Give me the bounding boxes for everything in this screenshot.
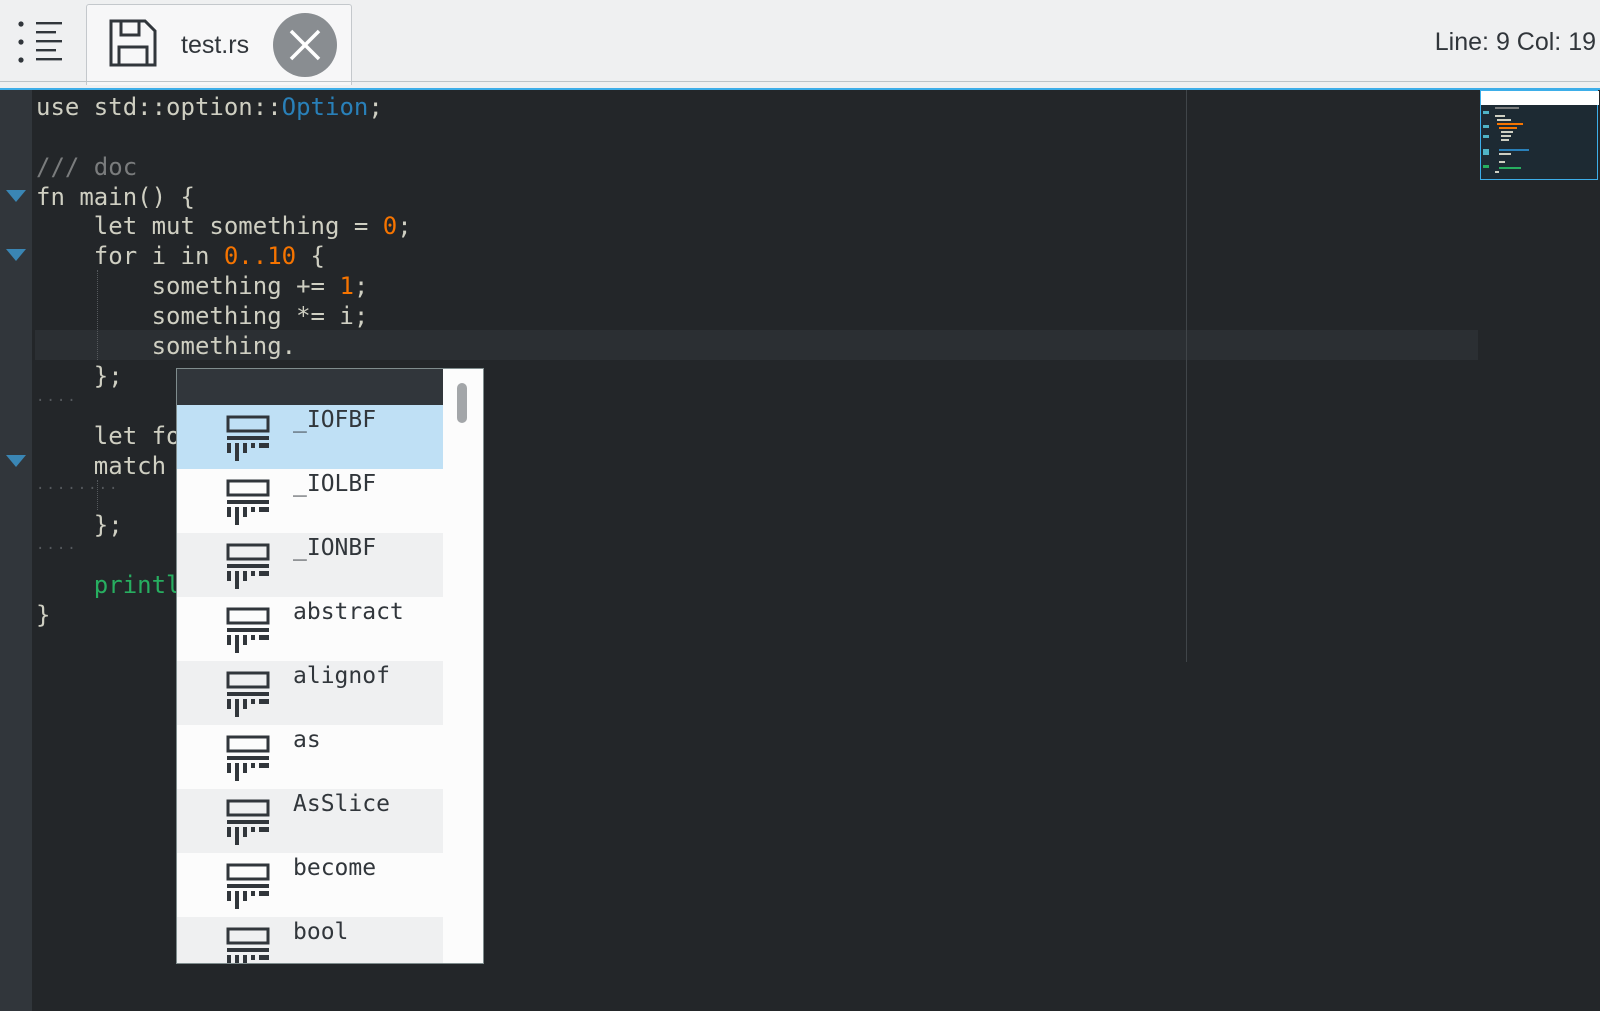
folding-gutter[interactable] [0, 90, 32, 1011]
code-line-3: /// doc [36, 153, 138, 181]
code-line-9: something. [36, 332, 297, 360]
code-line-1: use std::option::Option; [36, 93, 383, 121]
code-line-16: ···· [36, 541, 78, 557]
divider [0, 81, 1600, 82]
completion-scrollbar-thumb[interactable] [457, 383, 467, 423]
completion-scrollbar[interactable] [443, 369, 483, 963]
code-line-8: something *= i; [36, 302, 369, 330]
word-wrap-marker [1186, 90, 1187, 662]
completion-item[interactable]: _IOLBF [177, 469, 443, 533]
completion-item[interactable]: become [177, 853, 443, 917]
code-line-4: fn main() { [36, 183, 195, 211]
floppy-save-icon [107, 17, 159, 69]
completion-item[interactable]: _IOFBF [177, 405, 443, 469]
completion-list[interactable]: _IOFBF _IOLBF _IONBF abstract alignof as… [177, 405, 443, 963]
completion-item[interactable]: _IONBF [177, 533, 443, 597]
fold-triangle-icon[interactable] [6, 249, 26, 261]
code-line-6: for i in 0..10 { [36, 242, 325, 270]
hamburger-menu-icon[interactable] [16, 20, 66, 68]
completion-item-label: bool [293, 919, 349, 945]
completion-item[interactable]: alignof [177, 661, 443, 725]
completion-item-label: AsSlice [293, 791, 390, 817]
completion-item-icon [225, 733, 271, 781]
completion-header [177, 369, 443, 405]
completion-item-label: alignof [293, 663, 390, 689]
tab-test-rs[interactable]: test.rs [86, 4, 352, 85]
completion-item-icon [225, 797, 271, 845]
completion-item-icon [225, 605, 271, 653]
tab-bar: test.rs Line: 9 Col: 19 [0, 0, 1600, 88]
minimap-viewport[interactable] [1480, 90, 1599, 180]
cursor-position-status[interactable]: Line: 9 Col: 19 [1435, 28, 1596, 57]
code-line-18: } [36, 601, 51, 629]
completion-item[interactable]: AsSlice [177, 789, 443, 853]
completion-item-icon [225, 861, 271, 909]
fold-triangle-icon[interactable] [6, 455, 26, 467]
tab-label: test.rs [181, 31, 250, 59]
completion-item-label: as [293, 727, 321, 753]
completion-item-label: _IONBF [293, 535, 377, 561]
minimap[interactable] [1478, 90, 1600, 1011]
completion-item-label: _IOFBF [293, 407, 377, 433]
completion-item-icon [225, 925, 271, 963]
code-line-17: printl [36, 571, 181, 599]
completion-item-icon [225, 477, 271, 525]
completion-item-label: _IOLBF [293, 471, 377, 497]
completion-item-icon [225, 541, 271, 589]
completion-item-icon [225, 669, 271, 717]
completion-item-icon [225, 413, 271, 461]
completion-item[interactable]: abstract [177, 597, 443, 661]
code-line-5: let mut something = 0; [36, 212, 412, 240]
close-icon[interactable] [273, 13, 337, 77]
completion-item-label: become [293, 855, 377, 881]
completion-item-label: abstract [293, 599, 404, 625]
code-line-7: something += 1; [36, 272, 369, 300]
fold-triangle-icon[interactable] [6, 190, 26, 202]
completion-popup[interactable]: _IOFBF _IOLBF _IONBF abstract alignof as… [176, 368, 484, 964]
code-line-11: ···· [36, 393, 78, 409]
code-line-14: ········ [36, 481, 120, 497]
completion-item[interactable]: bool [177, 917, 443, 963]
code-text: use std::option::Option; /// doc fn main… [36, 90, 470, 629]
completion-item[interactable]: as [177, 725, 443, 789]
minimap-preview [1483, 107, 1529, 173]
